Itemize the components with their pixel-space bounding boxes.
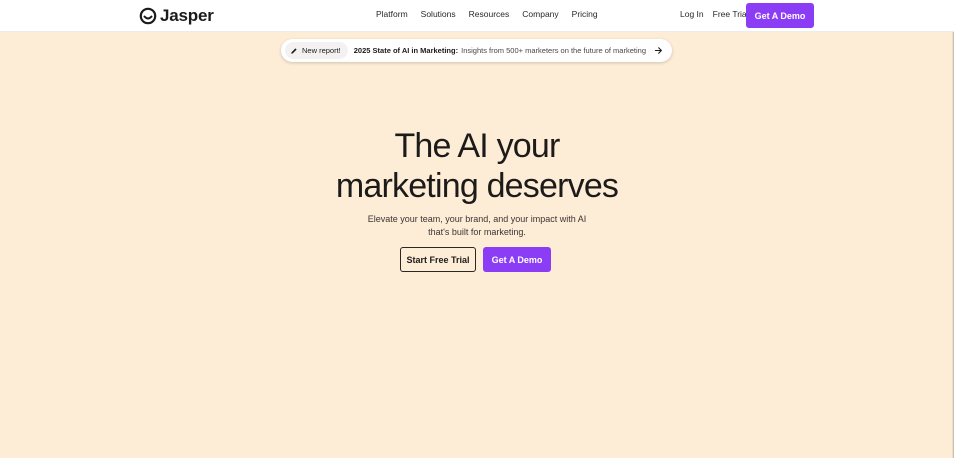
- main-menu: Platform Solutions Resources Company Pri…: [376, 9, 598, 19]
- hero-subtitle: Elevate your team, your brand, and your …: [0, 213, 954, 238]
- arrow-right-icon: [654, 47, 662, 54]
- account-links: Log In Free Trial: [680, 9, 749, 19]
- hero-subtitle-line-2: that's built for marketing.: [428, 226, 526, 237]
- pen-icon: [291, 47, 297, 54]
- report-banner[interactable]: New report! 2025 State of AI in Marketin…: [281, 39, 672, 62]
- nav-item-platform[interactable]: Platform: [376, 9, 408, 19]
- start-free-trial-button[interactable]: Start Free Trial: [400, 247, 476, 272]
- hero-subtitle-line-1: Elevate your team, your brand, and your …: [367, 214, 587, 224]
- brand-name: Jasper: [160, 6, 214, 25]
- banner-headline: 2025 State of AI in Marketing:: [353, 46, 459, 55]
- nav-get-demo-button[interactable]: Get A Demo: [746, 3, 814, 28]
- pill-label: New report!: [302, 46, 341, 55]
- top-nav: Jasper Platform Solutions Resources Comp…: [0, 0, 954, 32]
- jasper-logo[interactable]: Jasper: [139, 5, 214, 27]
- new-report-pill: New report!: [285, 42, 348, 59]
- jasper-face-icon: [139, 7, 157, 25]
- hero-get-demo-button[interactable]: Get A Demo: [483, 247, 551, 272]
- hero-title-line-1: The AI your: [394, 127, 560, 165]
- nav-item-pricing[interactable]: Pricing: [572, 9, 598, 19]
- nav-item-solutions[interactable]: Solutions: [421, 9, 456, 19]
- hero-title-line-2: marketing deserves: [335, 167, 619, 205]
- login-link[interactable]: Log In: [680, 9, 704, 19]
- free-trial-link[interactable]: Free Trial: [713, 9, 749, 19]
- nav-item-resources[interactable]: Resources: [469, 9, 510, 19]
- banner-description: Insights from 500+ marketers on the futu…: [461, 46, 646, 55]
- nav-item-company[interactable]: Company: [522, 9, 558, 19]
- hero-title: The AI your marketing deserves: [0, 126, 954, 206]
